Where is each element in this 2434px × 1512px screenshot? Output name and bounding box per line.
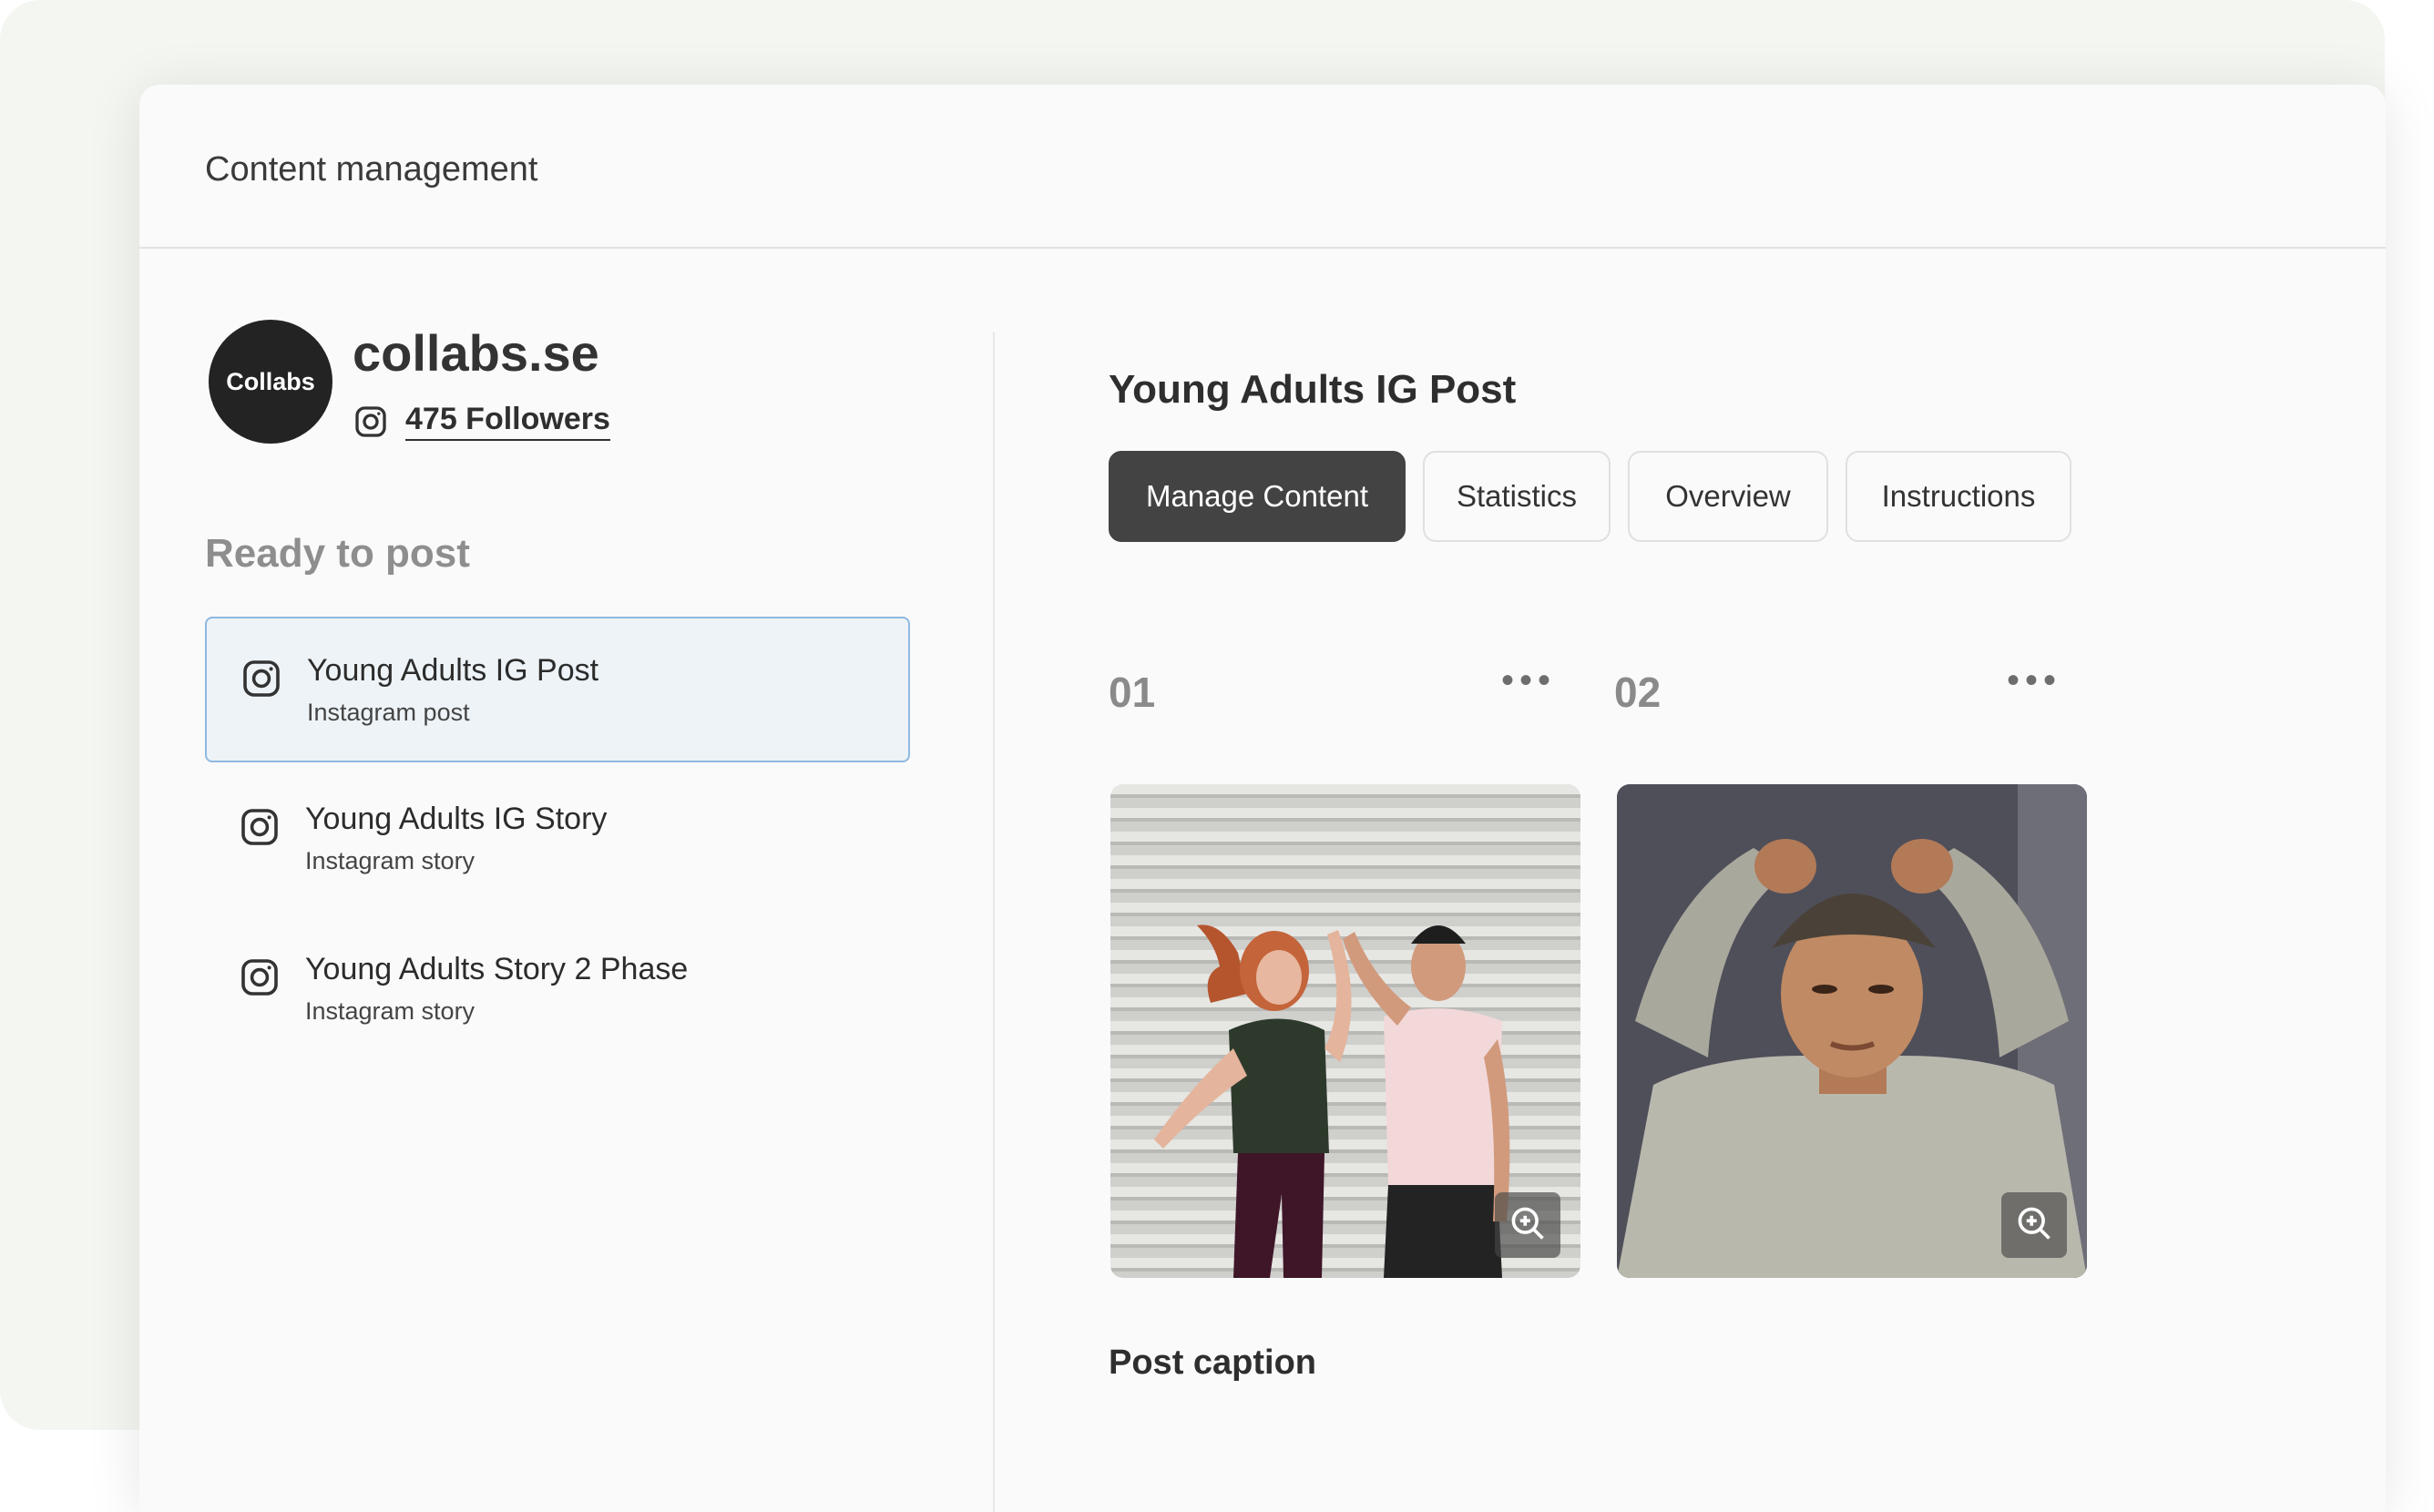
media-image-2[interactable] — [1617, 784, 2087, 1278]
card-header: Content management — [139, 85, 2386, 249]
more-options-button[interactable]: ••• — [1501, 660, 1556, 701]
zoom-in-icon — [1508, 1203, 1548, 1248]
followers-link[interactable]: 475 Followers — [405, 402, 610, 441]
post-caption-heading: Post caption — [1109, 1343, 1317, 1382]
list-item[interactable]: Young Adults IG Post Instagram post — [205, 617, 910, 762]
tab-manage-content[interactable]: Manage Content — [1109, 451, 1406, 542]
ready-to-post-heading: Ready to post — [205, 531, 470, 576]
instagram-icon — [238, 805, 281, 853]
instagram-icon — [353, 404, 389, 440]
media-number: 01 — [1109, 669, 1156, 716]
instagram-icon — [240, 657, 283, 705]
zoom-in-icon — [2014, 1203, 2054, 1248]
column-divider — [993, 332, 995, 1512]
tab-statistics[interactable]: Statistics — [1423, 451, 1611, 542]
campaign-title: Young Adults IG Post — [1109, 367, 1517, 412]
list-item-title: Young Adults Story 2 Phase — [305, 952, 689, 986]
zoom-in-button[interactable] — [2001, 1192, 2067, 1258]
list-item-subtitle: Instagram post — [307, 699, 470, 726]
tab-instructions[interactable]: Instructions — [1846, 451, 2071, 542]
profile-name: collabs.se — [353, 324, 599, 382]
list-item-title: Young Adults IG Post — [307, 653, 599, 688]
list-item[interactable]: Young Adults Story 2 Phase Instagram sto… — [205, 917, 910, 1063]
page-title: Content management — [205, 150, 538, 189]
followers-row: 475 Followers — [353, 402, 610, 441]
list-item-subtitle: Instagram story — [305, 847, 476, 874]
more-options-button[interactable]: ••• — [2007, 660, 2061, 701]
list-item-subtitle: Instagram story — [305, 997, 476, 1025]
tab-overview[interactable]: Overview — [1628, 451, 1828, 542]
tab-bar: Manage Content Statistics Overview Instr… — [1109, 451, 2071, 542]
list-item-title: Young Adults IG Story — [305, 802, 608, 836]
avatar: Collabs — [209, 320, 332, 444]
content-management-card: Content management Collabs collabs.se 47… — [139, 85, 2386, 1512]
list-item[interactable]: Young Adults IG Story Instagram story — [205, 767, 910, 913]
instagram-icon — [238, 955, 281, 1004]
media-image-1[interactable] — [1110, 784, 1580, 1278]
zoom-in-button[interactable] — [1495, 1192, 1560, 1258]
media-number: 02 — [1614, 669, 1662, 716]
